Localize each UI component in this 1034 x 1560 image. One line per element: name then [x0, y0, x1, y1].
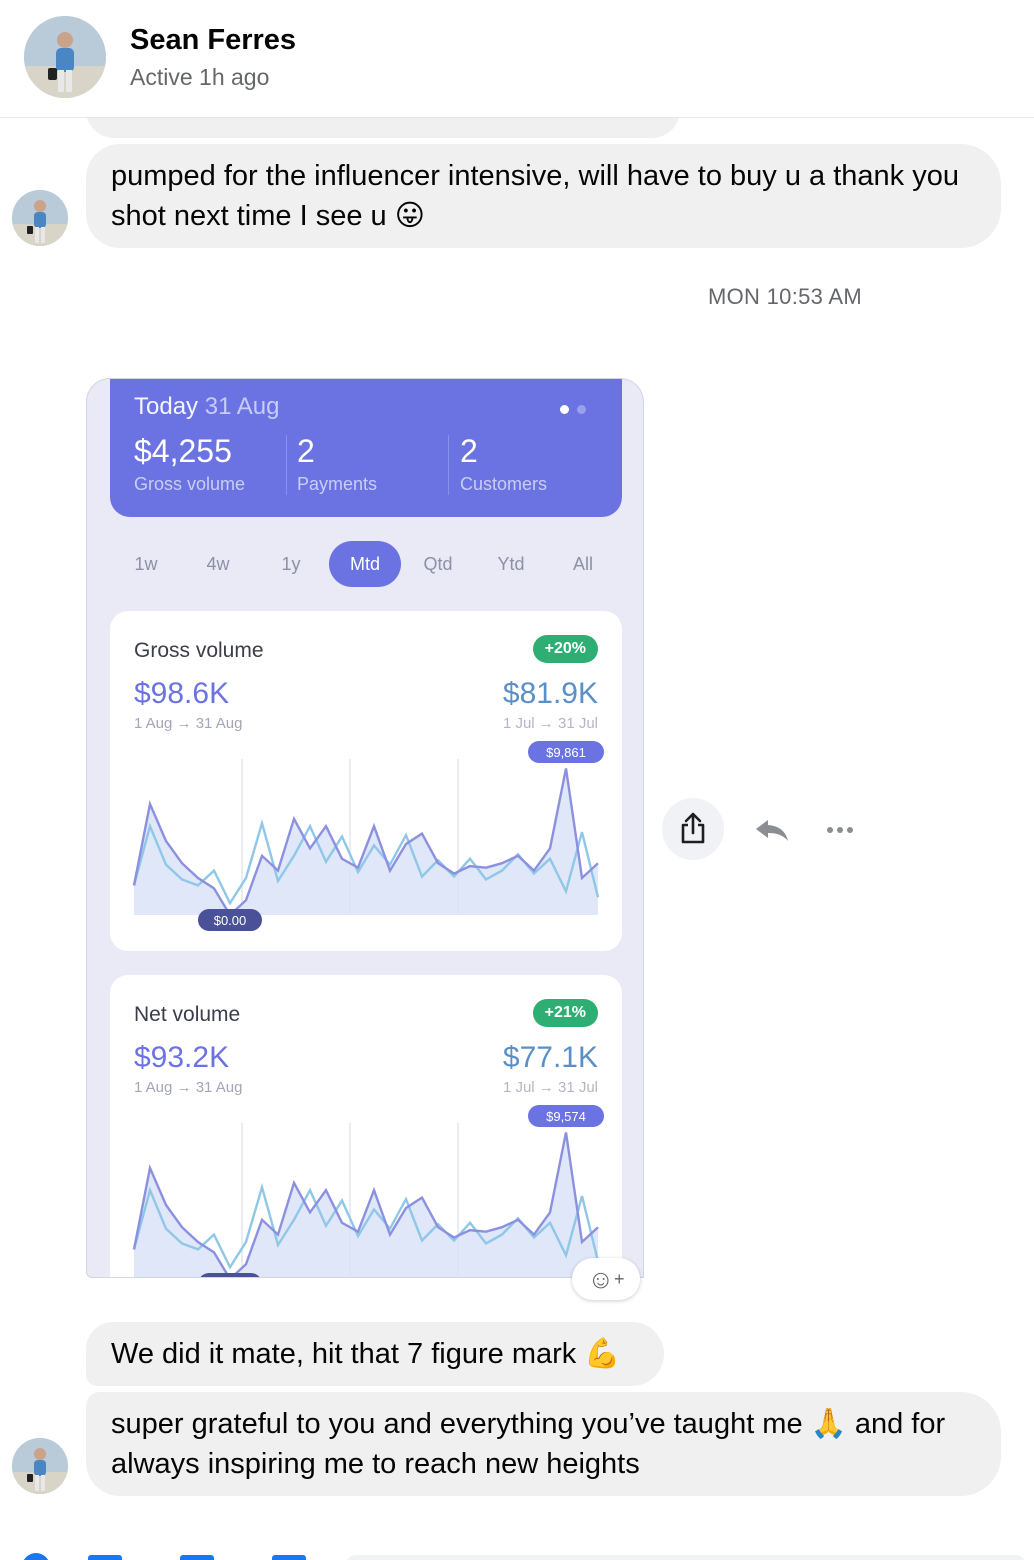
message-bubble[interactable]: We did it mate, hit that 7 figure mark 💪 [86, 1322, 664, 1386]
card-title: Net volume [134, 1003, 241, 1026]
range-qtd: Qtd [423, 554, 453, 574]
message-text: We did it mate, hit that 7 figure mark [111, 1338, 577, 1370]
share-button[interactable] [662, 798, 724, 860]
min-badge [200, 1273, 260, 1277]
stat-value: $4,255 [134, 433, 232, 469]
date-label: Today [134, 393, 199, 420]
stat-value: 2 [297, 433, 315, 469]
reply-icon [756, 820, 788, 841]
flexed-biceps-emoji: 💪 [584, 1338, 621, 1370]
change-badge: +20% [532, 635, 598, 663]
range-1y: 1y [281, 554, 301, 574]
card-period: 1 Aug → 31 Aug [134, 1079, 243, 1096]
card-prev-value: $77.1K [502, 1041, 598, 1074]
card-title: Gross volume [134, 639, 264, 662]
share-icon [681, 812, 705, 844]
tongue-emoji: 😛 [394, 200, 425, 232]
range-ytd: Ytd [497, 554, 525, 574]
card-value: $93.2K [134, 1041, 230, 1074]
range-all: All [572, 554, 593, 574]
folded-hands-emoji: 🙏 [810, 1408, 847, 1440]
stat-value: 2 [460, 433, 478, 469]
timestamp: MON 10:53 AM [708, 284, 862, 309]
plus-icon: + [614, 1269, 625, 1289]
min-label: $0.00 [214, 1277, 247, 1278]
net-volume-chart: $9,574 $0.00 [132, 1105, 604, 1278]
range-selector: 1w 4w 1y Mtd Qtd Ytd All [87, 541, 643, 587]
stat-customers: 2 Customers [460, 433, 547, 495]
min-label: $0.00 [214, 913, 247, 928]
change-badge: +21% [532, 999, 598, 1027]
gross-volume-chart: $9,861 $0.00 [132, 741, 604, 931]
stat-label: Payments [297, 474, 378, 494]
stat-label: Gross volume [134, 474, 246, 494]
range-4w: 4w [206, 554, 230, 574]
conversation-header: Sean Ferres Active 1h ago [0, 0, 1034, 118]
sender-avatar[interactable] [12, 1438, 68, 1494]
message-bubble[interactable]: super grateful to you and everything you… [86, 1392, 1001, 1496]
card-period: 1 Aug → 31 Aug [134, 715, 243, 732]
dashboard-summary: Today 31 Aug $4,255 Gross volume 2 Payme… [110, 379, 622, 517]
peak-label: $9,861 [546, 745, 586, 760]
card-prev-period: 1 Jul → 31 Jul [502, 1079, 598, 1096]
message-text: pumped for the influencer intensive, wil… [111, 160, 959, 232]
active-status: Active 1h ago [130, 64, 270, 90]
net-volume-card: Net volume +21% $93.2K 1 Aug → 31 Aug $7… [110, 975, 622, 1278]
add-reaction-button[interactable]: ☺+ [572, 1258, 640, 1300]
page-indicator [552, 401, 586, 419]
reply-button[interactable] [750, 808, 794, 852]
stat-gross: $4,255 Gross volume [134, 433, 245, 495]
contact-avatar[interactable] [24, 16, 106, 98]
composer-toolbar [0, 1548, 1034, 1560]
current-area [134, 1132, 598, 1277]
more-icon [827, 827, 853, 833]
image-attachment[interactable]: Today 31 Aug $4,255 Gross volume 2 Payme… [86, 378, 644, 1278]
sender-avatar[interactable] [12, 190, 68, 246]
stat-payments: 2 Payments [297, 433, 377, 495]
card-prev-value: $81.9K [502, 677, 598, 710]
date-value: 31 Aug [204, 393, 280, 420]
range-mtd: Mtd [329, 541, 401, 587]
more-options-button[interactable] [820, 808, 864, 852]
peak-label: $9,574 [546, 1109, 586, 1124]
add-reaction-icon: ☺ [587, 1264, 615, 1294]
card-value: $98.6K [134, 677, 230, 710]
contact-name[interactable]: Sean Ferres [130, 24, 296, 57]
dashboard-date: Today 31 Aug [134, 393, 279, 421]
gross-volume-card: Gross volume +20% $98.6K 1 Aug → 31 Aug … [110, 611, 622, 951]
message-text: super grateful to you and everything you… [111, 1408, 803, 1440]
card-prev-period: 1 Jul → 31 Jul [502, 715, 598, 732]
range-1w: 1w [134, 554, 158, 574]
stat-label: Customers [460, 474, 548, 494]
message-bubble[interactable]: pumped for the influencer intensive, wil… [86, 144, 1001, 248]
current-area [134, 768, 598, 915]
